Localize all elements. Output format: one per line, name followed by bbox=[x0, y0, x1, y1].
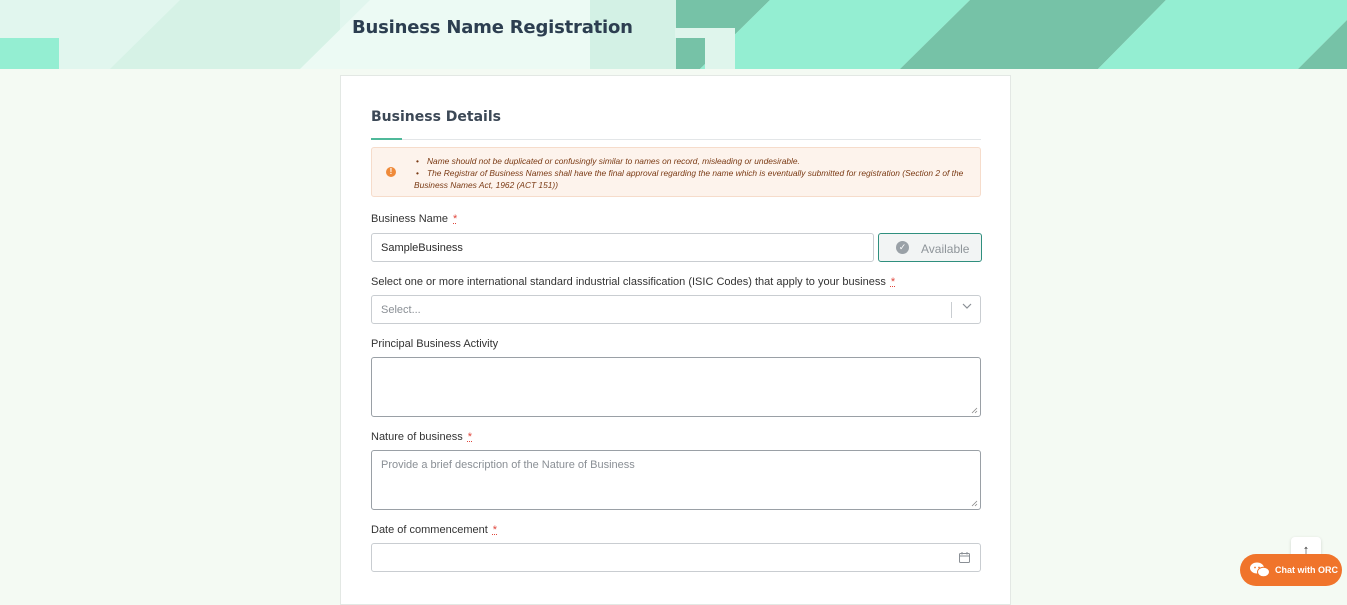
chat-button[interactable]: Chat with ORC bbox=[1240, 554, 1342, 586]
required-marker: * bbox=[453, 213, 458, 225]
availability-button[interactable]: ✓ Available bbox=[878, 233, 982, 262]
nature-textarea[interactable]: Provide a brief description of the Natur… bbox=[371, 450, 981, 510]
calendar-icon[interactable] bbox=[959, 552, 970, 563]
section-tab-indicator bbox=[371, 138, 402, 140]
notice-box: ! • Name should not be duplicated or conf… bbox=[371, 147, 981, 197]
commencement-label: Date of commencement * bbox=[371, 524, 498, 536]
commencement-date-input[interactable] bbox=[371, 543, 981, 572]
notice-item: • The Registrar of Business Names shall h… bbox=[414, 168, 964, 190]
header-banner: Business Name Registration bbox=[0, 0, 1347, 69]
section-title: Business Details bbox=[371, 109, 501, 125]
required-marker: * bbox=[467, 431, 472, 443]
page-title: Business Name Registration bbox=[352, 17, 633, 38]
chat-label: Chat with ORC bbox=[1275, 565, 1338, 575]
alert-icon: ! bbox=[386, 167, 396, 177]
nature-placeholder: Provide a brief description of the Natur… bbox=[381, 459, 635, 471]
notice-list: • Name should not be duplicated or confus… bbox=[414, 155, 974, 191]
nature-label: Nature of business * bbox=[371, 431, 472, 443]
availability-status: Available bbox=[921, 242, 970, 256]
form-card: Business Details ! • Name should not be d… bbox=[340, 75, 1011, 605]
chat-bubbles-icon bbox=[1250, 562, 1270, 578]
chevron-down-icon[interactable] bbox=[962, 301, 972, 314]
select-separator bbox=[951, 302, 952, 318]
notice-item: • Name should not be duplicated or confus… bbox=[416, 156, 800, 166]
check-circle-icon: ✓ bbox=[896, 241, 909, 254]
business-name-value: SampleBusiness bbox=[381, 242, 463, 254]
principal-activity-label: Principal Business Activity bbox=[371, 338, 499, 350]
resize-grip-icon[interactable] bbox=[971, 500, 978, 507]
required-marker: * bbox=[492, 524, 498, 536]
business-name-input[interactable]: SampleBusiness bbox=[371, 233, 874, 262]
principal-activity-textarea[interactable] bbox=[371, 357, 981, 417]
resize-grip-icon[interactable] bbox=[971, 407, 978, 414]
section-divider bbox=[371, 139, 981, 140]
isic-placeholder: Select... bbox=[381, 304, 421, 316]
isic-label: Select one or more international standar… bbox=[371, 276, 896, 288]
isic-select[interactable]: Select... bbox=[371, 295, 981, 324]
banner-pattern bbox=[0, 0, 1347, 69]
business-name-label: Business Name * bbox=[371, 213, 458, 225]
required-marker: * bbox=[890, 276, 896, 288]
